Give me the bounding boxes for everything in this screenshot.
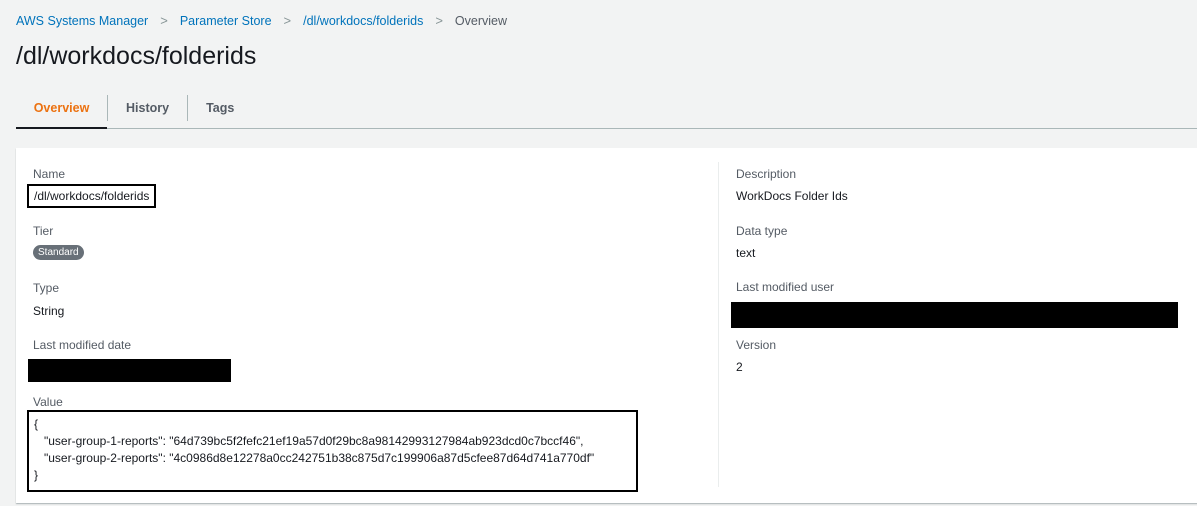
chevron-right-icon: > [283,13,292,28]
tab-tags[interactable]: Tags [188,88,252,128]
breadcrumb-parameter-store[interactable]: Parameter Store [180,14,272,28]
last-modified-user-label: Last modified user [736,280,835,294]
name-highlight: /dl/workdocs/folderids [27,184,157,208]
data-type-value: text [736,246,756,260]
tier-badge: Standard [33,245,84,260]
breadcrumb-systems-manager[interactable]: AWS Systems Manager [16,14,148,28]
breadcrumb-current: Overview [454,13,508,28]
value-label: Value [33,395,63,409]
tab-overview[interactable]: Overview [16,89,107,129]
version-label: Version [736,338,777,352]
value-highlight: { "user-group-1-reports": "64d739bc5f2fe… [27,410,638,492]
description-label: Description [736,167,797,181]
version-value: 2 [736,360,743,374]
tab-history[interactable]: History [108,88,187,128]
data-type-label: Data type [736,224,788,238]
last-modified-date-label: Last modified date [33,338,132,352]
parameter-details-panel: Name /dl/workdocs/folderids Tier Standar… [16,148,1197,503]
value-line: "user-group-1-reports": "64d739bc5f2fefc… [34,434,584,448]
column-divider [718,162,719,487]
type-label: Type [33,281,60,295]
value-line: { [34,417,39,431]
type-value: String [33,304,65,318]
tab-bar: Overview History Tags [16,88,1197,129]
redacted-date [28,359,231,382]
breadcrumb: AWS Systems Manager > Parameter Store > … [16,13,507,28]
description-value: WorkDocs Folder Ids [736,189,848,203]
value-line: "user-group-2-reports": "4c0986d8e12278a… [34,451,595,465]
chevron-right-icon: > [435,13,443,28]
value-json: { "user-group-1-reports": "64d739bc5f2fe… [34,416,631,484]
breadcrumb-parameter[interactable]: /dl/workdocs/folderids [303,14,423,28]
redacted-user [731,302,1178,328]
chevron-right-icon: > [160,13,168,28]
name-label: Name [33,167,66,181]
page-title: /dl/workdocs/folderids [16,42,257,70]
name-value: /dl/workdocs/folderids [34,189,150,203]
value-line: } [34,468,39,482]
tier-label: Tier [33,224,54,238]
